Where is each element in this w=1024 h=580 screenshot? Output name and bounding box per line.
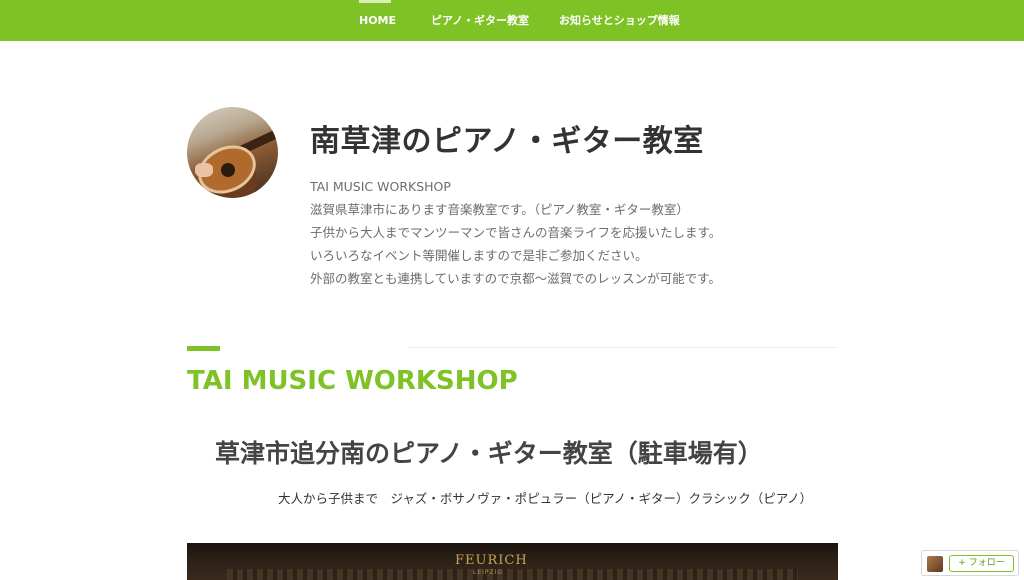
follow-widget: + フォロー — [921, 550, 1019, 576]
top-nav-bar: HOME ピアノ・ギター教室 お知らせとショップ情報 — [0, 0, 1024, 41]
nav-piano-guitar[interactable]: ピアノ・ギター教室 — [431, 0, 529, 41]
description-line: 外部の教室とも連携していますので京都～滋賀でのレッスンが可能です。 — [310, 271, 721, 286]
piano-brand-logo: FEURICH — [455, 553, 528, 568]
avatar-guitar-photo — [187, 107, 278, 198]
follow-button[interactable]: + フォロー — [949, 555, 1014, 572]
description-line: 子供から大人までマンツーマンで皆さんの音楽ライフを応援いたします。 — [310, 225, 722, 240]
section-divider — [408, 347, 837, 348]
site-description: TAI MUSIC WORKSHOP 滋賀県草津市にあります音楽教室です。（ピア… — [310, 175, 721, 290]
piano-brand-sub: LEIPZIG — [473, 569, 504, 576]
section-accent-bar — [187, 346, 220, 351]
piano-hero-image: FEURICH LEIPZIG — [187, 543, 838, 580]
nav-home[interactable]: HOME — [359, 0, 396, 41]
page-subheading: 草津市追分南のピアノ・ギター教室（駐車場有） — [215, 439, 763, 468]
site-thumbnail-icon — [927, 556, 943, 572]
site-title[interactable]: 南草津のピアノ・ギター教室 — [310, 116, 704, 160]
section-title: TAI MUSIC WORKSHOP — [187, 366, 518, 396]
description-line: TAI MUSIC WORKSHOP — [310, 179, 451, 194]
genres-text: 大人から子供まで ジャズ・ボサノヴァ・ポピュラー（ピアノ・ギター）クラシック（ピ… — [278, 491, 813, 506]
description-line: 滋賀県草津市にあります音楽教室です。（ピアノ教室・ギター教室） — [310, 202, 689, 217]
nav-news-shop[interactable]: お知らせとショップ情報 — [559, 0, 680, 41]
description-line: いろいろなイベント等開催しますので是非ご参加ください。 — [310, 248, 648, 263]
